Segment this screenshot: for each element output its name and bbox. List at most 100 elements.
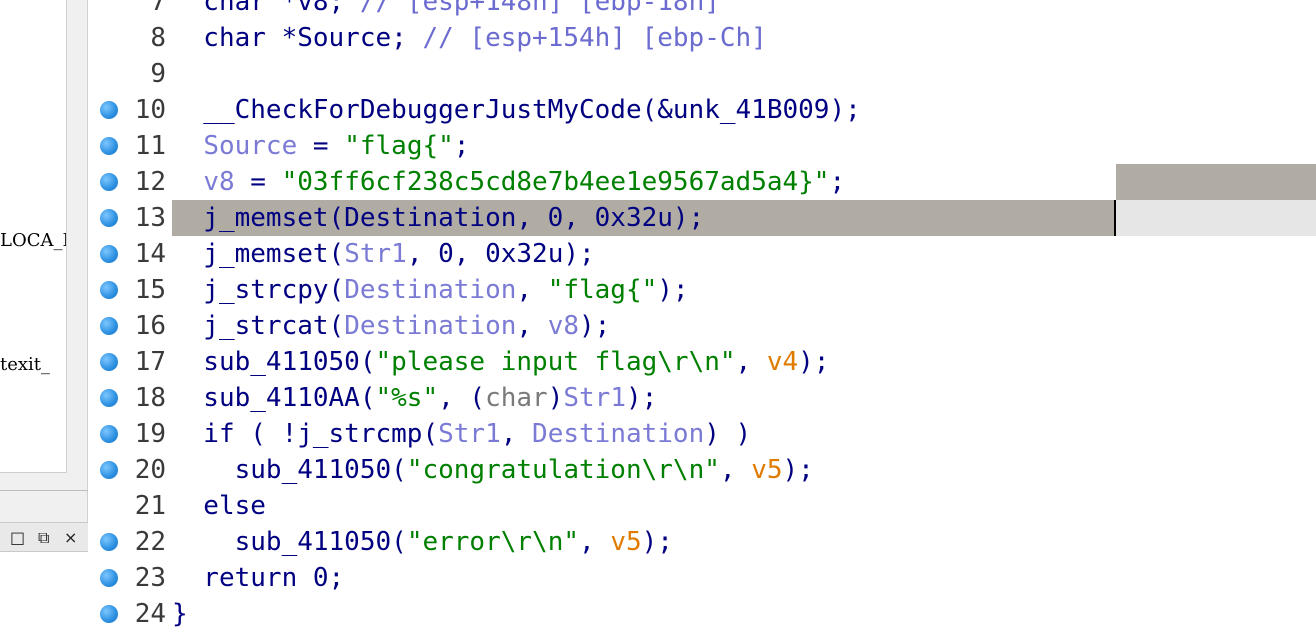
line-number: 9 xyxy=(150,59,166,89)
code-text[interactable]: sub_4110AA("%s", (char)Str1); xyxy=(172,380,657,416)
code-token: v5 xyxy=(751,455,783,485)
code-text[interactable]: char *Source; // [esp+154h] [ebp-Ch] xyxy=(172,20,767,56)
code-token: Source xyxy=(203,131,298,161)
line-number: 10 xyxy=(134,95,166,125)
maximize-icon[interactable]: □ xyxy=(10,528,25,547)
code-token: "congratulation\r\n" xyxy=(406,455,720,485)
code-token: , xyxy=(719,455,752,485)
breakpoint-icon[interactable] xyxy=(100,425,118,443)
code-text[interactable]: if ( !j_strcmp(Str1, Destination) ) xyxy=(172,416,751,452)
code-token: , ( xyxy=(438,383,486,413)
code-token: ); xyxy=(626,383,658,413)
code-text[interactable]: } xyxy=(172,596,188,632)
code-line[interactable]: 20 sub_411050("congratulation\r\n", v5); xyxy=(88,452,1316,488)
code-token: v5 xyxy=(610,527,642,557)
code-text[interactable]: else xyxy=(172,488,266,524)
code-text[interactable]: sub_411050("error\r\n", v5); xyxy=(172,524,673,560)
breakpoint-icon[interactable] xyxy=(100,317,118,335)
line-number: 11 xyxy=(134,131,166,161)
code-text[interactable]: __CheckForDebuggerJustMyCode(&unk_41B009… xyxy=(172,92,860,128)
code-line[interactable]: 21 else xyxy=(88,488,1316,524)
code-token: char *v8; xyxy=(172,0,360,17)
code-line[interactable]: 19 if ( !j_strcmp(Str1, Destination) ) xyxy=(88,416,1316,452)
code-line[interactable]: 15 j_strcpy(Destination, "flag{"); xyxy=(88,272,1316,308)
code-text[interactable]: v8 = "03ff6cf238c5cd8e7b4ee1e9567ad5a4}"… xyxy=(172,164,845,200)
functions-list[interactable]: LOCA_I texit_ xyxy=(0,0,67,473)
breakpoint-icon[interactable] xyxy=(100,101,118,119)
line-number: 8 xyxy=(150,23,166,53)
text-caret xyxy=(1114,200,1116,236)
breakpoint-icon[interactable] xyxy=(100,533,118,551)
code-token: j_strcat( xyxy=(172,311,345,341)
breakpoint-icon[interactable] xyxy=(100,389,118,407)
code-token: ); xyxy=(657,275,689,305)
code-token: v8 xyxy=(203,167,235,197)
pseudocode-view[interactable]: 7 char *v8; // [esp+148h] [ebp-18h] 8 cha… xyxy=(88,0,1316,636)
code-token: v8 xyxy=(547,311,579,341)
code-text[interactable]: j_memset(Destination, 0, 0x32u); xyxy=(172,200,704,236)
breakpoint-icon[interactable] xyxy=(100,173,118,191)
code-token: sub_411050( xyxy=(172,455,407,485)
code-text[interactable]: return 0; xyxy=(172,560,344,596)
code-line[interactable]: 14 j_memset(Str1, 0, 0x32u); xyxy=(88,236,1316,272)
code-line[interactable]: 18 sub_4110AA("%s", (char)Str1); xyxy=(88,380,1316,416)
code-token: return 0; xyxy=(172,563,345,593)
code-token: sub_411050( xyxy=(172,347,376,377)
function-item[interactable]: texit_ xyxy=(0,354,50,375)
code-text[interactable]: sub_411050("congratulation\r\n", v5); xyxy=(172,452,814,488)
code-line[interactable]: 8 char *Source; // [esp+154h] [ebp-Ch] xyxy=(88,20,1316,56)
code-token: else xyxy=(172,491,266,521)
code-line[interactable]: 7 char *v8; // [esp+148h] [ebp-18h] xyxy=(88,0,1316,20)
code-text[interactable]: Source = "flag{"; xyxy=(172,128,469,164)
code-text[interactable]: j_memset(Str1, 0, 0x32u); xyxy=(172,236,594,272)
code-token: "03ff6cf238c5cd8e7b4ee1e9567ad5a4}" xyxy=(281,167,830,197)
code-line[interactable]: 11 Source = "flag{"; xyxy=(88,128,1316,164)
code-text[interactable]: sub_411050("please input flag\r\n", v4); xyxy=(172,344,829,380)
breakpoint-icon[interactable] xyxy=(100,137,118,155)
code-token: Str1 xyxy=(563,383,626,413)
breakpoint-icon[interactable] xyxy=(100,281,118,299)
code-text[interactable]: j_strcat(Destination, v8); xyxy=(172,308,610,344)
line-highlight-tail xyxy=(1116,200,1316,236)
breakpoint-icon[interactable] xyxy=(100,209,118,227)
code-line[interactable]: 9 xyxy=(88,56,1316,92)
code-text[interactable]: char *v8; // [esp+148h] [ebp-18h] xyxy=(172,0,720,20)
breakpoint-icon[interactable] xyxy=(100,245,118,263)
breakpoint-icon[interactable] xyxy=(100,605,118,623)
code-line[interactable]: 24} xyxy=(88,596,1316,632)
code-line[interactable]: 16 j_strcat(Destination, v8); xyxy=(88,308,1316,344)
code-token: Str1 xyxy=(344,239,407,269)
code-token: ); xyxy=(579,311,611,341)
code-line[interactable]: 17 sub_411050("please input flag\r\n", v… xyxy=(88,344,1316,380)
breakpoint-icon[interactable] xyxy=(100,353,118,371)
code-line[interactable]: 12 v8 = "03ff6cf238c5cd8e7b4ee1e9567ad5a… xyxy=(88,164,1316,200)
function-item[interactable]: LOCA_I xyxy=(0,230,66,251)
code-token: j_memset(Destination, 0, 0x32u); xyxy=(172,203,705,233)
code-line[interactable]: 22 sub_411050("error\r\n", v5); xyxy=(88,524,1316,560)
code-line[interactable]: 23 return 0; xyxy=(88,560,1316,596)
code-token: "please input flag\r\n" xyxy=(375,347,736,377)
code-token: char xyxy=(485,383,548,413)
code-token: "%s" xyxy=(375,383,439,413)
code-line[interactable]: 10 __CheckForDebuggerJustMyCode(&unk_41B… xyxy=(88,92,1316,128)
code-token: , xyxy=(516,275,548,305)
code-token: Str1 xyxy=(438,419,501,449)
code-token: ) ) xyxy=(704,419,752,449)
code-text[interactable]: j_strcpy(Destination, "flag{"); xyxy=(172,272,689,308)
pane-controls: □ ⧉ × xyxy=(0,522,88,552)
line-number: 21 xyxy=(134,491,166,521)
close-icon[interactable]: × xyxy=(64,528,77,547)
code-token: sub_4110AA( xyxy=(172,383,376,413)
line-number: 17 xyxy=(134,347,166,377)
lower-pane xyxy=(0,552,88,636)
code-token: v4 xyxy=(766,347,799,377)
line-number: 7 xyxy=(150,0,166,17)
code-line[interactable]: 13 j_memset(Destination, 0, 0x32u); xyxy=(88,200,1316,236)
breakpoint-icon[interactable] xyxy=(100,569,118,587)
restore-icon[interactable]: ⧉ xyxy=(38,528,49,548)
code-token: "flag{" xyxy=(547,275,658,305)
code-token: char *Source; xyxy=(172,23,423,53)
breakpoint-icon[interactable] xyxy=(100,461,118,479)
